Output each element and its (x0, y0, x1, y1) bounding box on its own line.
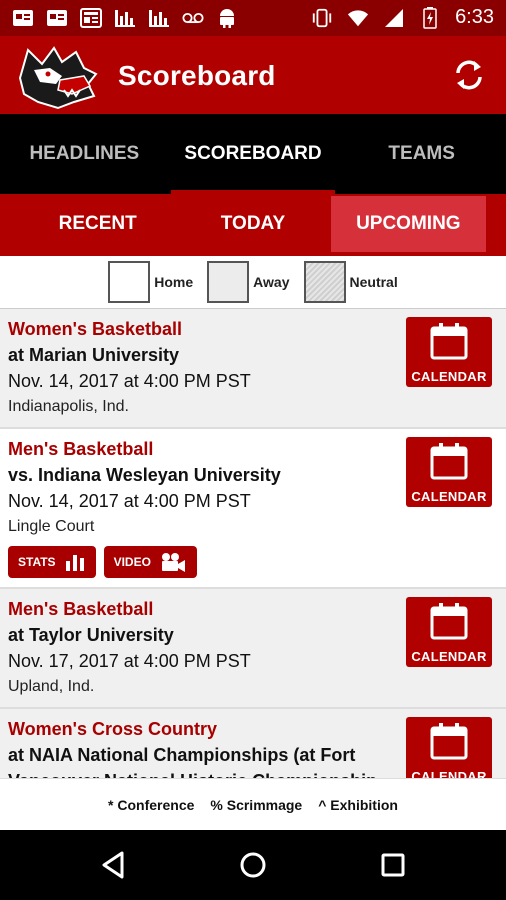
legend-neutral: Neutral (303, 261, 398, 303)
game-opponent: vs. Indiana Wesleyan University (8, 465, 281, 485)
game-location: Lingle Court (8, 518, 95, 535)
game-sport: Men's Basketball (8, 599, 154, 619)
game-datetime: Nov. 17, 2017 at 4:00 PM PST (8, 651, 251, 671)
tab-upcoming[interactable]: UPCOMING (330, 196, 486, 252)
home-icon[interactable] (236, 848, 270, 882)
exhibition-key: ^ Exhibition (318, 796, 398, 813)
game-opponent: at NAIA National Championships (at Fort … (8, 745, 377, 778)
filter-tabs: RECENT TODAY UPCOMING (0, 194, 506, 256)
video-button[interactable]: VIDEO (103, 546, 197, 578)
game-item[interactable]: Men's Basketball vs. Indiana Wesleyan Un… (0, 429, 506, 589)
home-swatch (108, 261, 151, 303)
game-datetime: Nov. 14, 2017 at 4:00 PM PST (8, 491, 251, 511)
calendar-button[interactable]: CALENDAR (406, 717, 492, 778)
wolf-logo (14, 40, 100, 110)
game-actions: STATS VIDEO (8, 546, 386, 578)
calendar-button[interactable]: CALENDAR (406, 317, 492, 387)
game-opponent: at Marian University (8, 345, 180, 365)
game-list[interactable]: Women's Basketball at Marian University … (0, 308, 506, 778)
scrimmage-key: % Scrimmage (210, 796, 303, 813)
legend-home-label: Home (154, 274, 194, 290)
calendar-icon (430, 443, 468, 480)
game-sport: Women's Basketball (8, 319, 183, 339)
nav-bar (0, 830, 506, 900)
page-title: Scoreboard (118, 60, 276, 91)
game-sport: Women's Cross Country (8, 719, 217, 739)
calendar-icon (430, 603, 468, 640)
tab-today[interactable]: TODAY (175, 196, 330, 252)
refresh-icon[interactable] (450, 56, 488, 94)
video-camera-icon (161, 553, 185, 572)
status-bar: 6:33 (0, 0, 506, 36)
game-item[interactable]: Men's Basketball at Taylor University No… (0, 589, 506, 709)
calendar-button[interactable]: CALENDAR (406, 437, 492, 507)
card-icon (46, 7, 68, 29)
android-icon (216, 7, 238, 29)
calendar-icon (430, 323, 468, 360)
calendar-button[interactable]: CALENDAR (406, 597, 492, 667)
signal-icon (383, 7, 405, 29)
game-item[interactable]: Women's Cross Country at NAIA National C… (0, 709, 506, 778)
game-datetime: Nov. 14, 2017 at 4:00 PM PST (8, 371, 251, 391)
app-bar: Scoreboard (0, 36, 506, 114)
calendar-label: CALENDAR (411, 369, 487, 384)
vibrate-icon (311, 7, 333, 29)
game-sport: Men's Basketball (8, 439, 154, 459)
wifi-icon (347, 7, 369, 29)
calendar-icon (430, 723, 468, 760)
away-swatch (207, 261, 250, 303)
recents-icon[interactable] (376, 848, 410, 882)
conference-key: * Conference (108, 796, 195, 813)
battery-icon (419, 6, 441, 29)
bar-chart-icon (65, 555, 84, 571)
newspaper-icon (80, 7, 102, 29)
voicemail-icon (182, 7, 204, 29)
legend-away-label: Away (253, 274, 290, 290)
stats-button[interactable]: STATS (8, 546, 96, 578)
back-icon[interactable] (96, 848, 130, 882)
main-tabs: HEADLINES SCOREBOARD TEAMS (0, 114, 506, 194)
neutral-swatch (303, 261, 346, 303)
stats-label: STATS (18, 555, 56, 569)
notification-icons (12, 7, 238, 29)
chart-icon (148, 7, 170, 29)
calendar-label: CALENDAR (411, 489, 487, 504)
card-icon (12, 7, 34, 29)
legend-away: Away (207, 261, 290, 303)
game-item[interactable]: Women's Basketball at Marian University … (0, 309, 506, 429)
clock: 6:33 (455, 6, 494, 28)
legend-neutral-label: Neutral (349, 274, 398, 290)
system-icons: 6:33 (311, 6, 494, 29)
game-location: Upland, Ind. (8, 678, 95, 695)
game-location: Indianapolis, Ind. (8, 398, 129, 415)
tab-recent[interactable]: RECENT (20, 196, 175, 252)
tab-headlines[interactable]: HEADLINES (0, 114, 169, 194)
video-label: VIDEO (113, 555, 151, 569)
footer-key: * Conference % Scrimmage ^ Exhibition (0, 778, 506, 830)
game-opponent: at Taylor University (8, 625, 174, 645)
legend-home: Home (108, 261, 193, 303)
calendar-label: CALENDAR (411, 769, 487, 778)
tab-teams[interactable]: TEAMS (337, 114, 506, 194)
calendar-label: CALENDAR (411, 649, 487, 664)
tab-scoreboard[interactable]: SCOREBOARD (169, 114, 338, 194)
chart-icon (114, 7, 136, 29)
legend: Home Away Neutral (0, 256, 506, 308)
